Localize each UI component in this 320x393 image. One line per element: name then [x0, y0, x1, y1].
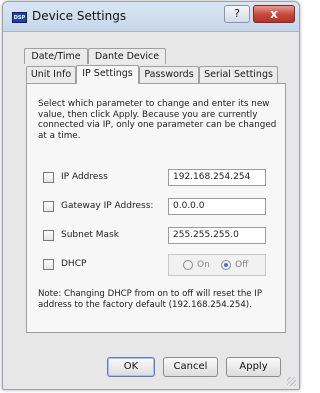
dhcp-note: Note: Changing DHCP from on to off will … — [38, 289, 263, 310]
tab-dante-device[interactable]: Dante Device — [88, 48, 166, 64]
tab-serial-settings[interactable]: Serial Settings — [199, 66, 278, 83]
dhcp-label: DHCP — [61, 259, 87, 269]
title-bar[interactable]: DSP Device Settings ? x — [3, 2, 299, 32]
tab-date-time[interactable]: Date/Time — [24, 48, 88, 64]
device-settings-dialog: DSP Device Settings ? x Date/Time Dante … — [2, 1, 300, 390]
dhcp-off-radio[interactable] — [221, 260, 231, 270]
dhcp-radio-group: On Off — [168, 254, 266, 276]
subnet-mask-checkbox[interactable] — [43, 230, 54, 241]
dhcp-off-label: Off — [235, 260, 249, 270]
subnet-mask-label: Subnet Mask — [61, 230, 119, 240]
window-title: Device Settings — [32, 9, 127, 23]
tab-passwords[interactable]: Passwords — [139, 66, 199, 83]
dhcp-checkbox[interactable] — [43, 259, 54, 270]
ip-settings-panel: Select which parameter to change and ent… — [26, 83, 286, 333]
ok-button[interactable]: OK — [107, 357, 155, 377]
ip-address-checkbox[interactable] — [43, 172, 54, 183]
close-icon: x — [270, 7, 278, 21]
dhcp-on-label: On — [197, 260, 210, 270]
gateway-checkbox[interactable] — [43, 201, 54, 212]
apply-button[interactable]: Apply — [226, 357, 281, 377]
cancel-button[interactable]: Cancel — [163, 357, 218, 377]
close-button[interactable]: x — [253, 5, 295, 23]
help-button[interactable]: ? — [224, 5, 250, 23]
ip-address-field[interactable]: 192.168.254.254 — [168, 169, 266, 186]
resize-grip-icon[interactable] — [287, 377, 296, 386]
gateway-label: Gateway IP Address: — [61, 201, 154, 211]
tab-ip-settings[interactable]: IP Settings — [76, 65, 139, 84]
tab-unit-info[interactable]: Unit Info — [26, 66, 76, 83]
dhcp-on-radio[interactable] — [183, 260, 193, 270]
subnet-mask-field[interactable]: 255.255.255.0 — [168, 227, 266, 244]
instructions-text: Select which parameter to change and ent… — [38, 99, 277, 141]
help-icon: ? — [234, 7, 240, 20]
app-icon: DSP — [12, 12, 27, 23]
ip-address-label: IP Address — [61, 172, 108, 182]
gateway-field[interactable]: 0.0.0.0 — [168, 198, 266, 215]
